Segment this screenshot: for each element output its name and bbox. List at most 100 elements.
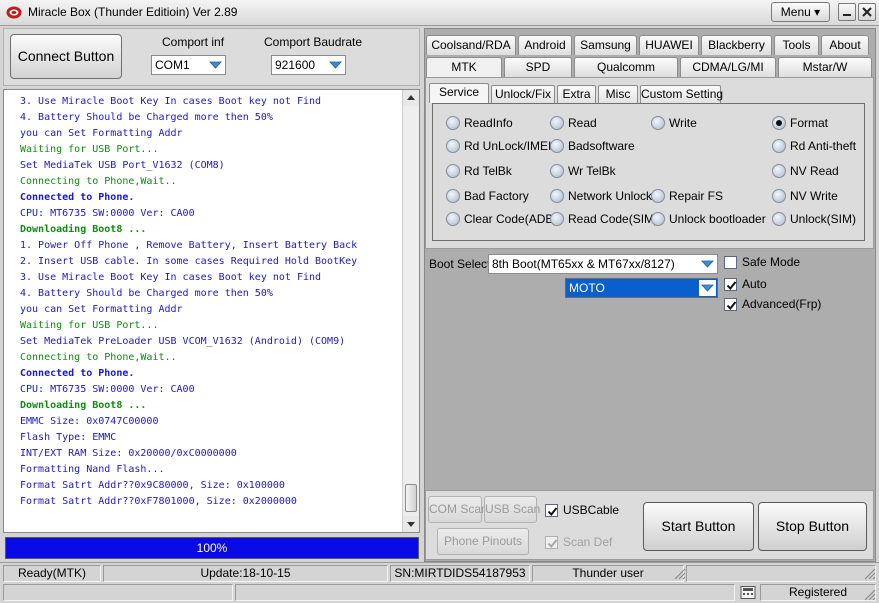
status-bar-secondary: Registered [0, 582, 879, 603]
com-scan-button[interactable]: COM Scan [428, 496, 488, 523]
status-registered: Registered [760, 584, 876, 601]
status-user: Thunder user [532, 565, 684, 582]
comport-select[interactable]: COM1 [151, 55, 226, 75]
close-icon [862, 7, 872, 17]
tab-mtk[interactable]: MTK [426, 57, 502, 77]
log-line: 3. Use Miracle Boot Key In cases Boot ke… [20, 96, 322, 107]
usb-scan-button[interactable]: USB Scan [484, 496, 540, 523]
tab-huawei[interactable]: HUAWEI [639, 35, 699, 55]
advanced-frp-checkbox[interactable]: Advanced(Frp) [724, 297, 821, 313]
log-scrollbar[interactable] [402, 90, 419, 532]
connect-button[interactable]: Connect Button [10, 34, 122, 79]
subtab-service[interactable]: Service [429, 83, 489, 103]
tab-mstar-w[interactable]: Mstar/W [778, 57, 872, 77]
checkbox-checked-icon [545, 504, 558, 517]
option-network-unlock[interactable]: Network Unlock [550, 188, 652, 204]
log-line: Formatting Nand Flash... [20, 464, 165, 475]
option-unlock-bootloader[interactable]: Unlock bootloader [651, 211, 766, 227]
status-empty-1 [3, 584, 233, 601]
minimize-button[interactable] [838, 3, 856, 21]
tab-cdma-lg-mi[interactable]: CDMA/LG/MI [680, 57, 776, 77]
scroll-thumb[interactable] [405, 484, 417, 512]
tab-spd[interactable]: SPD [504, 57, 572, 77]
dropdown-arrow-icon [699, 280, 716, 296]
radio-icon [651, 212, 665, 226]
scan-def-checkbox[interactable]: Scan Def [545, 535, 612, 551]
scroll-down-button[interactable] [403, 516, 419, 532]
radio-icon [446, 212, 460, 226]
log-line: you can Set Formatting Addr [20, 128, 183, 139]
option-read[interactable]: Read [550, 115, 597, 131]
menu-button[interactable]: Menu ▾ [771, 2, 830, 22]
option-read-code-sim[interactable]: Read Code(SIM) [550, 211, 658, 227]
option-clear-code-adb[interactable]: Clear Code(ADB) [446, 211, 557, 227]
option-write[interactable]: Write [651, 115, 697, 131]
log-line: EMMC Size: 0x0747C00000 [20, 416, 159, 427]
option-rd-unlock-imei[interactable]: Rd UnLock/IMEI [446, 138, 551, 154]
option-unlock-sim[interactable]: Unlock(SIM) [772, 211, 856, 227]
status-update: Update:18-10-15 [103, 565, 388, 582]
model-select[interactable]: MOTO [565, 278, 718, 298]
boot-select-label: Boot Select: [429, 257, 494, 271]
usb-cable-checkbox[interactable]: USBCable [545, 503, 619, 519]
log-line: Connecting to Phone,Wait.. [20, 176, 177, 187]
stop-button[interactable]: Stop Button [758, 502, 867, 551]
boot-select[interactable]: 8th Boot(MT65xx & MT67xx/8127) [488, 254, 718, 274]
progress-bar: 100% [5, 537, 419, 559]
boot-select-value: 8th Boot(MT65xx & MT67xx/8127) [492, 257, 675, 271]
log-line: CPU: MT6735 SW:0000 Ver: CA00 [20, 208, 195, 219]
log-line: Flash Type: EMMC [20, 432, 117, 443]
tab-samsung[interactable]: Samsung [574, 35, 637, 55]
log-line: 4. Battery Should be Charged more then 5… [20, 112, 273, 123]
radio-icon [772, 139, 786, 153]
baudrate-select[interactable]: 921600 [271, 55, 346, 75]
option-nv-write[interactable]: NV Write [772, 188, 838, 204]
baudrate-value: 921600 [275, 58, 316, 72]
minimize-icon [843, 14, 851, 16]
start-button[interactable]: Start Button [643, 502, 754, 551]
tab-android[interactable]: Android [518, 35, 572, 55]
model-select-value: MOTO [569, 281, 605, 295]
scroll-up-button[interactable] [403, 90, 419, 106]
option-rd-anti-theft[interactable]: Rd Anti-theft [772, 138, 856, 154]
tab-about[interactable]: About [821, 35, 869, 55]
option-rd-telbk[interactable]: Rd TelBk [446, 163, 512, 179]
option-repair-fs[interactable]: Repair FS [651, 188, 723, 204]
log-line: Set MediaTek PreLoader USB VCOM_V1632 (A… [20, 336, 346, 347]
subtab-extra[interactable]: Extra [557, 85, 596, 103]
log-output[interactable]: 3. Use Miracle Boot Key In cases Boot ke… [3, 89, 420, 533]
tab-coolsand-rda[interactable]: Coolsand/RDA [426, 35, 516, 55]
subtab-custom-setting[interactable]: Custom Setting [640, 85, 723, 103]
log-line: CPU: MT6735 SW:0000 Ver: CA00 [20, 384, 195, 395]
dropdown-arrow-icon [207, 57, 224, 73]
log-line: 1. Power Off Phone , Remove Battery, Ins… [20, 240, 358, 251]
option-nv-read[interactable]: NV Read [772, 163, 839, 179]
window-title: Miracle Box (Thunder Editioin) Ver 2.89 [28, 5, 238, 19]
checkbox-checked-icon [724, 278, 737, 291]
tab-tools[interactable]: Tools [774, 35, 819, 55]
checkbox-unchecked-icon [724, 256, 737, 269]
log-line: Connected to Phone. [20, 368, 135, 379]
option-format[interactable]: Format [772, 115, 828, 131]
option-badsoftware[interactable]: Badsoftware [550, 138, 635, 154]
option-readinfo[interactable]: ReadInfo [446, 115, 513, 131]
auto-checkbox[interactable]: Auto [724, 277, 767, 293]
safe-mode-checkbox[interactable]: Safe Mode [724, 255, 800, 271]
subtab-misc[interactable]: Misc [598, 85, 638, 103]
subtab-unlock-fix[interactable]: Unlock/Fix [491, 85, 555, 103]
option-wr-telbk[interactable]: Wr TelBk [550, 163, 616, 179]
radio-icon [550, 164, 564, 178]
status-extra [686, 565, 876, 582]
checkbox-checked-icon [724, 298, 737, 311]
phone-pinouts-button[interactable]: Phone Pinouts [437, 528, 529, 555]
radio-icon [446, 116, 460, 130]
option-bad-factory[interactable]: Bad Factory [446, 188, 529, 204]
close-button[interactable] [858, 3, 876, 21]
baudrate-label: Comport Baudrate [264, 35, 363, 49]
status-bar: Ready(MTK) Update:18-10-15 SN:MIRTDIDS54… [0, 562, 879, 582]
tab-qualcomm[interactable]: Qualcomm [574, 57, 678, 77]
tab-blackberry[interactable]: Blackberry [701, 35, 772, 55]
radio-icon [446, 164, 460, 178]
menu-dropdown-icon: ▾ [814, 5, 821, 19]
log-line: Connected to Phone. [20, 192, 135, 203]
